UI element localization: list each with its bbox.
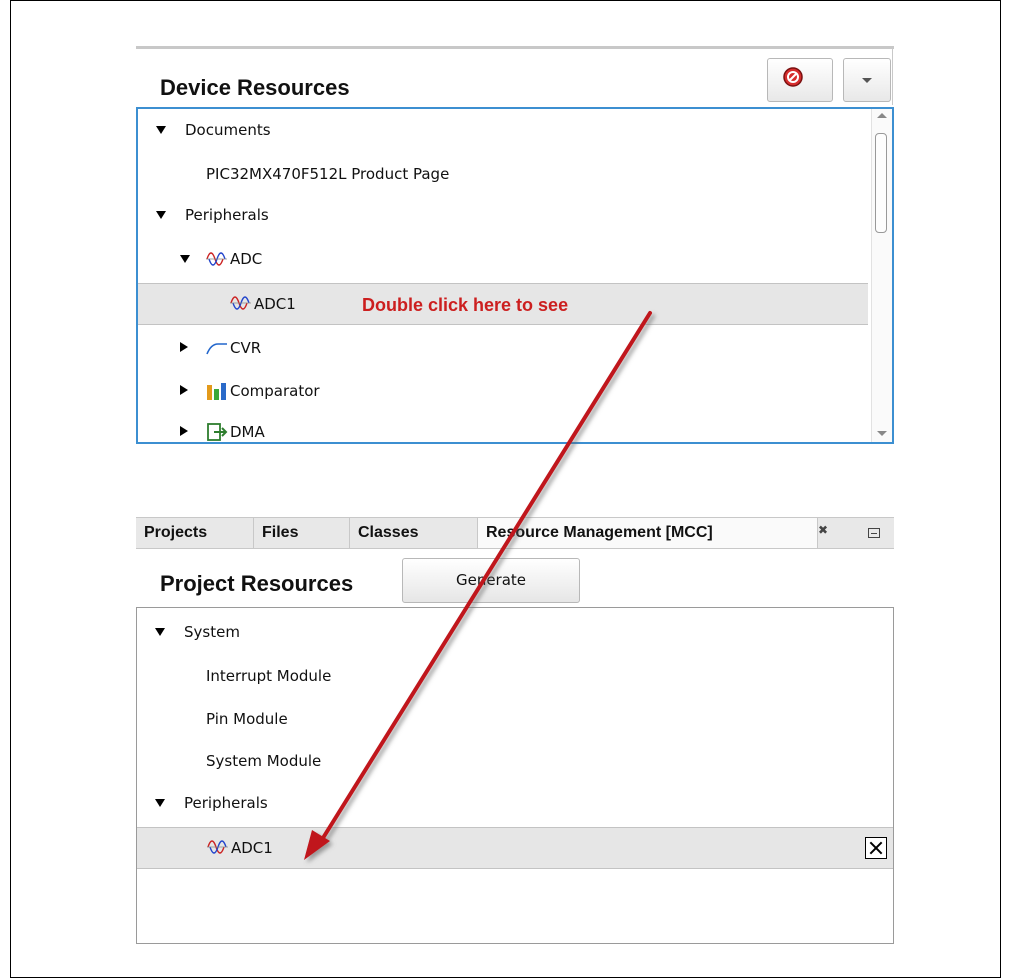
tree-node-pin-module[interactable]: Pin Module <box>137 699 867 739</box>
tab-bar: Projects Files Classes Resource Manageme… <box>136 517 894 549</box>
project-resources-header: Project Resources Generate <box>136 549 894 607</box>
waveform-icon <box>230 296 251 310</box>
tree-node-label: Peripherals <box>184 794 268 812</box>
tree-node-product-page[interactable]: PIC32MX470F512L Product Page <box>138 154 868 194</box>
tree-node-label: ADC1 <box>254 295 296 313</box>
tree-node-label: ADC <box>230 250 263 268</box>
dma-icon <box>207 423 228 441</box>
tree-scrollbar[interactable] <box>871 109 892 442</box>
bar-chart-icon <box>207 383 226 400</box>
tab-files[interactable]: Files <box>254 518 350 548</box>
tree-node-adc[interactable]: ADC <box>138 239 868 279</box>
tab-close-icon[interactable]: ✖ <box>818 523 828 537</box>
curve-icon <box>206 343 227 355</box>
scroll-down-icon[interactable] <box>877 431 887 436</box>
tree-node-comparator[interactable]: Comparator <box>138 371 868 411</box>
tree-node-label: Documents <box>185 121 271 139</box>
tree-node-label: ADC1 <box>231 839 273 857</box>
tree-node-adc1[interactable]: ADC1 <box>137 827 893 869</box>
waveform-icon <box>206 252 227 266</box>
expand-triangle-icon[interactable] <box>180 255 190 263</box>
tree-node-label: Comparator <box>230 382 320 400</box>
tree-node-interrupt-module[interactable]: Interrupt Module <box>137 656 867 696</box>
tree-node-label: DMA <box>230 423 265 441</box>
device-resources-tree[interactable]: Documents PIC32MX470F512L Product Page P… <box>136 107 894 444</box>
collapse-triangle-icon[interactable] <box>180 426 188 436</box>
tab-resource-management[interactable]: Resource Management [MCC] <box>478 518 818 548</box>
tab-projects[interactable]: Projects <box>136 518 254 548</box>
tree-node-label: CVR <box>230 339 262 357</box>
stop-icon <box>783 67 803 87</box>
waveform-icon <box>207 840 228 854</box>
minimize-icon[interactable] <box>868 528 880 538</box>
scroll-up-icon[interactable] <box>877 113 887 118</box>
collapse-triangle-icon[interactable] <box>180 342 188 352</box>
tree-node-label: System Module <box>206 752 322 770</box>
collapse-triangle-icon[interactable] <box>180 385 188 395</box>
expand-triangle-icon[interactable] <box>155 628 165 636</box>
scrollbar-thumb[interactable] <box>875 133 887 233</box>
tree-node-documents[interactable]: Documents <box>138 110 868 150</box>
expand-triangle-icon[interactable] <box>155 799 165 807</box>
tree-node-system[interactable]: System <box>137 612 867 652</box>
dropdown-arrow-icon <box>862 78 872 83</box>
annotation-text: Double click here to see <box>362 295 569 315</box>
tree-node-cvr[interactable]: CVR <box>138 328 868 368</box>
tree-node-label: Pin Module <box>206 710 288 728</box>
dropdown-button[interactable] <box>843 58 891 102</box>
generate-button[interactable]: Generate <box>402 558 580 603</box>
project-resources-panel: Project Resources Generate System Interr… <box>136 549 894 944</box>
expand-triangle-icon[interactable] <box>156 126 166 134</box>
tree-node-peripherals[interactable]: Peripherals <box>138 195 868 235</box>
device-resources-panel: Device Resources Documents PIC32MX470F51… <box>136 46 894 444</box>
device-resources-title: Device Resources <box>160 75 350 100</box>
project-resources-title: Project Resources <box>160 571 354 596</box>
tree-node-label: Peripherals <box>185 206 269 224</box>
tree-node-dma[interactable]: DMA <box>138 412 868 442</box>
device-resources-header: Device Resources <box>136 49 893 105</box>
tree-node-label: PIC32MX470F512L Product Page <box>206 165 450 183</box>
tree-node-label: Interrupt Module <box>206 667 332 685</box>
expand-triangle-icon[interactable] <box>156 211 166 219</box>
tree-node-label: System <box>184 623 240 641</box>
tree-node-peripherals[interactable]: Peripherals <box>137 783 867 823</box>
project-resources-tree[interactable]: System Interrupt Module Pin Module Syste… <box>136 607 894 944</box>
close-box-icon[interactable] <box>865 837 887 859</box>
tab-classes[interactable]: Classes <box>350 518 478 548</box>
stop-button[interactable] <box>767 58 833 102</box>
tree-node-system-module[interactable]: System Module <box>137 741 867 781</box>
